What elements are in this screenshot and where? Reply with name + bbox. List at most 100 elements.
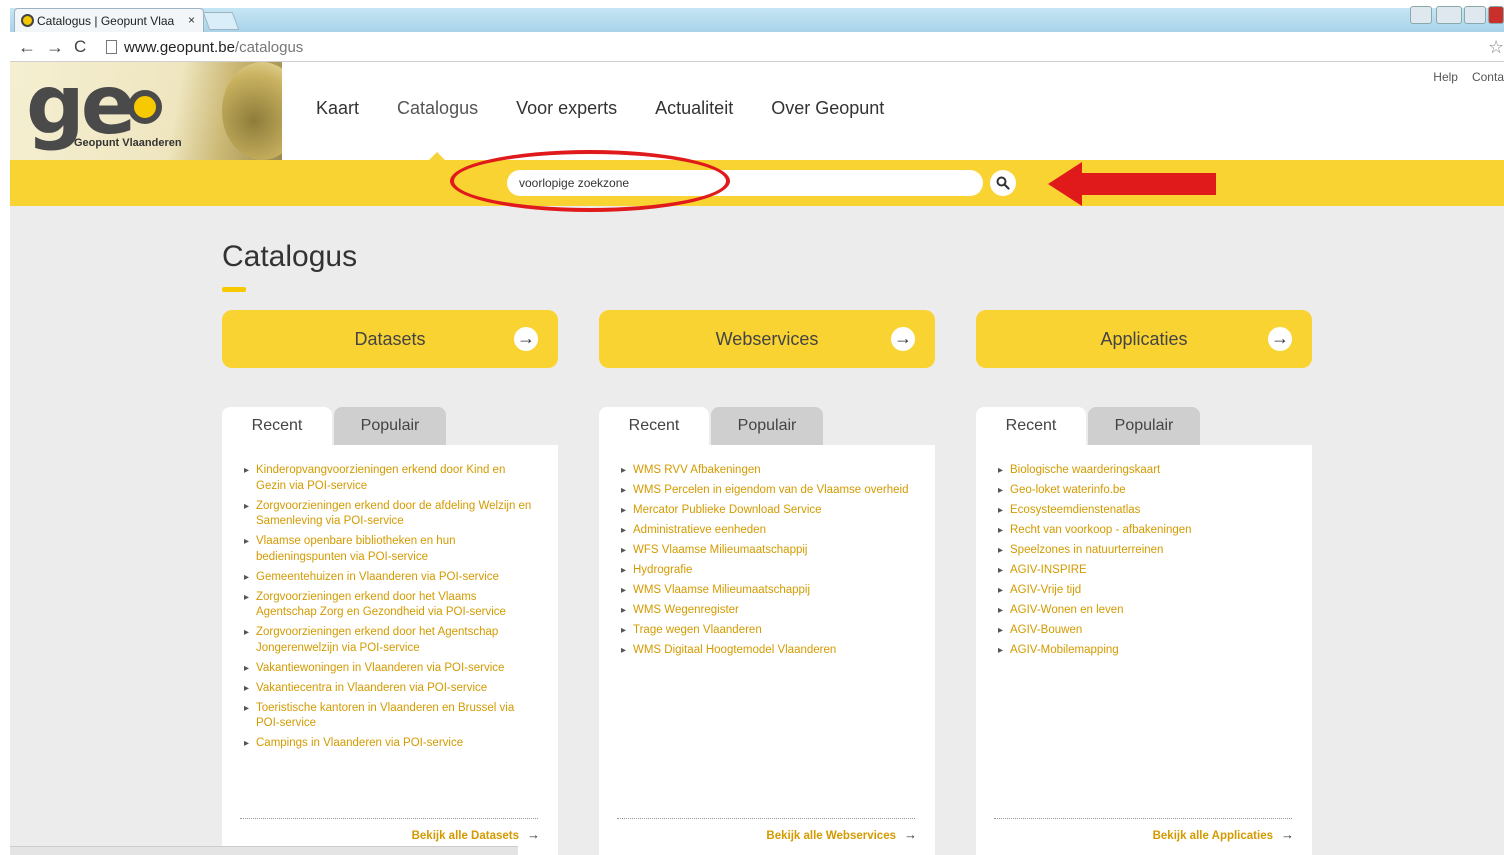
profile-icon[interactable] (1410, 6, 1432, 24)
list-item[interactable]: Administratieve eenheden (621, 523, 921, 539)
datasets-panel: Recent Populair Kinderopvangvoorzieninge… (222, 407, 558, 855)
tab-recent[interactable]: Recent (976, 407, 1086, 445)
page-title: Catalogus (222, 240, 358, 273)
panel-divider (617, 818, 915, 819)
top-links: Help Conta (1433, 70, 1504, 84)
list-item[interactable]: Kinderopvangvoorzieningen erkend door Ki… (244, 463, 534, 494)
see-all-datasets-link[interactable]: Bekijk alle Datasets → (412, 827, 540, 842)
panel-body: Biologische waarderingskaart Geo-loket w… (976, 445, 1312, 855)
tab-populair[interactable]: Populair (1088, 407, 1200, 445)
list-item[interactable]: Zorgvoorzieningen erkend door het Agents… (244, 625, 534, 656)
page-icon (106, 40, 117, 54)
list-item[interactable]: Toeristische kantoren in Vlaanderen en B… (244, 701, 534, 732)
tab-recent[interactable]: Recent (222, 407, 332, 445)
list-item[interactable]: AGIV-Bouwen (998, 623, 1288, 639)
search-band (10, 160, 1504, 206)
close-window-button[interactable] (1488, 6, 1504, 24)
browser-tab[interactable]: Catalogus | Geopunt Vlaa × (14, 8, 204, 32)
list-item[interactable]: Mercator Publieke Download Service (621, 503, 921, 519)
nav-item-voor-experts[interactable]: Voor experts (516, 98, 617, 119)
applicaties-button[interactable]: Applicaties → (976, 310, 1312, 368)
list-item[interactable]: AGIV-Mobilemapping (998, 643, 1288, 659)
logo[interactable]: ge Geopunt Vlaanderen (10, 62, 282, 160)
reload-icon[interactable]: C (74, 37, 86, 57)
annotation-arrow-icon (1048, 162, 1216, 206)
list-item[interactable]: Trage wegen Vlaanderen (621, 623, 921, 639)
datasets-button-label: Datasets (354, 328, 426, 349)
help-link[interactable]: Help (1433, 70, 1458, 84)
url-host: www.geopunt.be (124, 39, 235, 56)
site-header: ge Geopunt Vlaanderen Kaart Catalogus Vo… (10, 62, 1504, 160)
list-item[interactable]: AGIV-Vrije tijd (998, 583, 1288, 599)
url-path: /catalogus (234, 39, 304, 56)
list-item[interactable]: Recht van voorkoop - afbakeningen (998, 523, 1288, 539)
bookmark-star-icon[interactable]: ☆ (1488, 37, 1504, 58)
back-icon[interactable]: ← (18, 37, 36, 58)
see-all-label: Bekijk alle Applicaties (1152, 830, 1273, 842)
logo-subtitle: Geopunt Vlaanderen (74, 137, 182, 149)
datasets-button[interactable]: Datasets → (222, 310, 558, 368)
title-underline (222, 287, 246, 292)
see-all-applicaties-link[interactable]: Bekijk alle Applicaties → (1153, 827, 1294, 842)
contact-link[interactable]: Conta (1472, 70, 1504, 84)
tab-populair[interactable]: Populair (334, 407, 446, 445)
arrow-right-icon: → (527, 827, 540, 842)
search-icon (996, 176, 1010, 190)
see-all-webservices-link[interactable]: Bekijk alle Webservices → (766, 827, 917, 842)
arrow-right-icon: → (1268, 327, 1292, 351)
nav-item-catalogus[interactable]: Catalogus (397, 98, 478, 119)
logo-dot-icon (128, 90, 162, 124)
forward-icon[interactable]: → (46, 37, 64, 58)
list-item[interactable]: Campings in Vlaanderen via POI-service (244, 736, 534, 752)
list-item[interactable]: Zorgvoorzieningen erkend door het Vlaams… (244, 590, 534, 621)
list-item[interactable]: Ecosysteemdienstenatlas (998, 503, 1288, 519)
tab-close-icon[interactable]: × (188, 13, 195, 27)
applicaties-list: Biologische waarderingskaart Geo-loket w… (998, 463, 1288, 663)
arrow-right-icon: → (514, 327, 538, 351)
datasets-list: Kinderopvangvoorzieningen erkend door Ki… (244, 463, 534, 756)
list-item[interactable]: WMS Vlaamse Milieumaatschappij (621, 583, 921, 599)
webservices-list: WMS RVV Afbakeningen WMS Percelen in eig… (621, 463, 921, 663)
list-item[interactable]: Vakantiecentra in Vlaanderen via POI-ser… (244, 681, 534, 697)
list-item[interactable]: WFS Vlaamse Milieumaatschappij (621, 543, 921, 559)
annotation-ellipse (450, 150, 730, 212)
favicon-icon (21, 14, 34, 27)
list-item[interactable]: AGIV-Wonen en leven (998, 603, 1288, 619)
status-bar (10, 846, 518, 855)
browser-tabbar: Catalogus | Geopunt Vlaa × (0, 0, 1504, 34)
website: ge Geopunt Vlaanderen Kaart Catalogus Vo… (10, 62, 1504, 855)
list-item[interactable]: Zorgvoorzieningen erkend door de afdelin… (244, 499, 534, 530)
list-item[interactable]: Vlaamse openbare bibliotheken en hun bed… (244, 534, 534, 565)
list-item[interactable]: WMS Percelen in eigendom van de Vlaamse … (621, 483, 921, 499)
list-item[interactable]: WMS Wegenregister (621, 603, 921, 619)
list-item[interactable]: Hydrografie (621, 563, 921, 579)
panel-divider (240, 818, 538, 819)
panel-body: WMS RVV Afbakeningen WMS Percelen in eig… (599, 445, 935, 855)
active-nav-caret (429, 152, 445, 160)
list-item[interactable]: Biologische waarderingskaart (998, 463, 1288, 479)
list-item[interactable]: AGIV-INSPIRE (998, 563, 1288, 579)
list-item[interactable]: WMS RVV Afbakeningen (621, 463, 921, 479)
panel-body: Kinderopvangvoorzieningen erkend door Ki… (222, 445, 558, 855)
see-all-label: Bekijk alle Webservices (766, 830, 896, 842)
webservices-button[interactable]: Webservices → (599, 310, 935, 368)
webservices-panel: Recent Populair WMS RVV Afbakeningen WMS… (599, 407, 935, 855)
tab-recent[interactable]: Recent (599, 407, 709, 445)
minimize-button[interactable] (1436, 6, 1462, 24)
maximize-button[interactable] (1464, 6, 1486, 24)
panel-divider (994, 818, 1292, 819)
nav-item-over-geopunt[interactable]: Over Geopunt (771, 98, 884, 119)
url-field[interactable]: www.geopunt.be/catalogus (124, 39, 303, 56)
tab-populair[interactable]: Populair (711, 407, 823, 445)
list-item[interactable]: Geo-loket waterinfo.be (998, 483, 1288, 499)
list-item[interactable]: Vakantiewoningen in Vlaanderen via POI-s… (244, 661, 534, 677)
applicaties-button-label: Applicaties (1100, 328, 1188, 349)
list-item[interactable]: Speelzones in natuurterreinen (998, 543, 1288, 559)
search-button[interactable] (990, 170, 1016, 196)
nav-item-actualiteit[interactable]: Actualiteit (655, 98, 733, 119)
new-tab-button[interactable] (202, 12, 240, 30)
nav-item-kaart[interactable]: Kaart (316, 98, 359, 119)
applicaties-panel: Recent Populair Biologische waarderingsk… (976, 407, 1312, 855)
list-item[interactable]: Gemeentehuizen in Vlaanderen via POI-ser… (244, 570, 534, 586)
list-item[interactable]: WMS Digitaal Hoogtemodel Vlaanderen (621, 643, 921, 659)
